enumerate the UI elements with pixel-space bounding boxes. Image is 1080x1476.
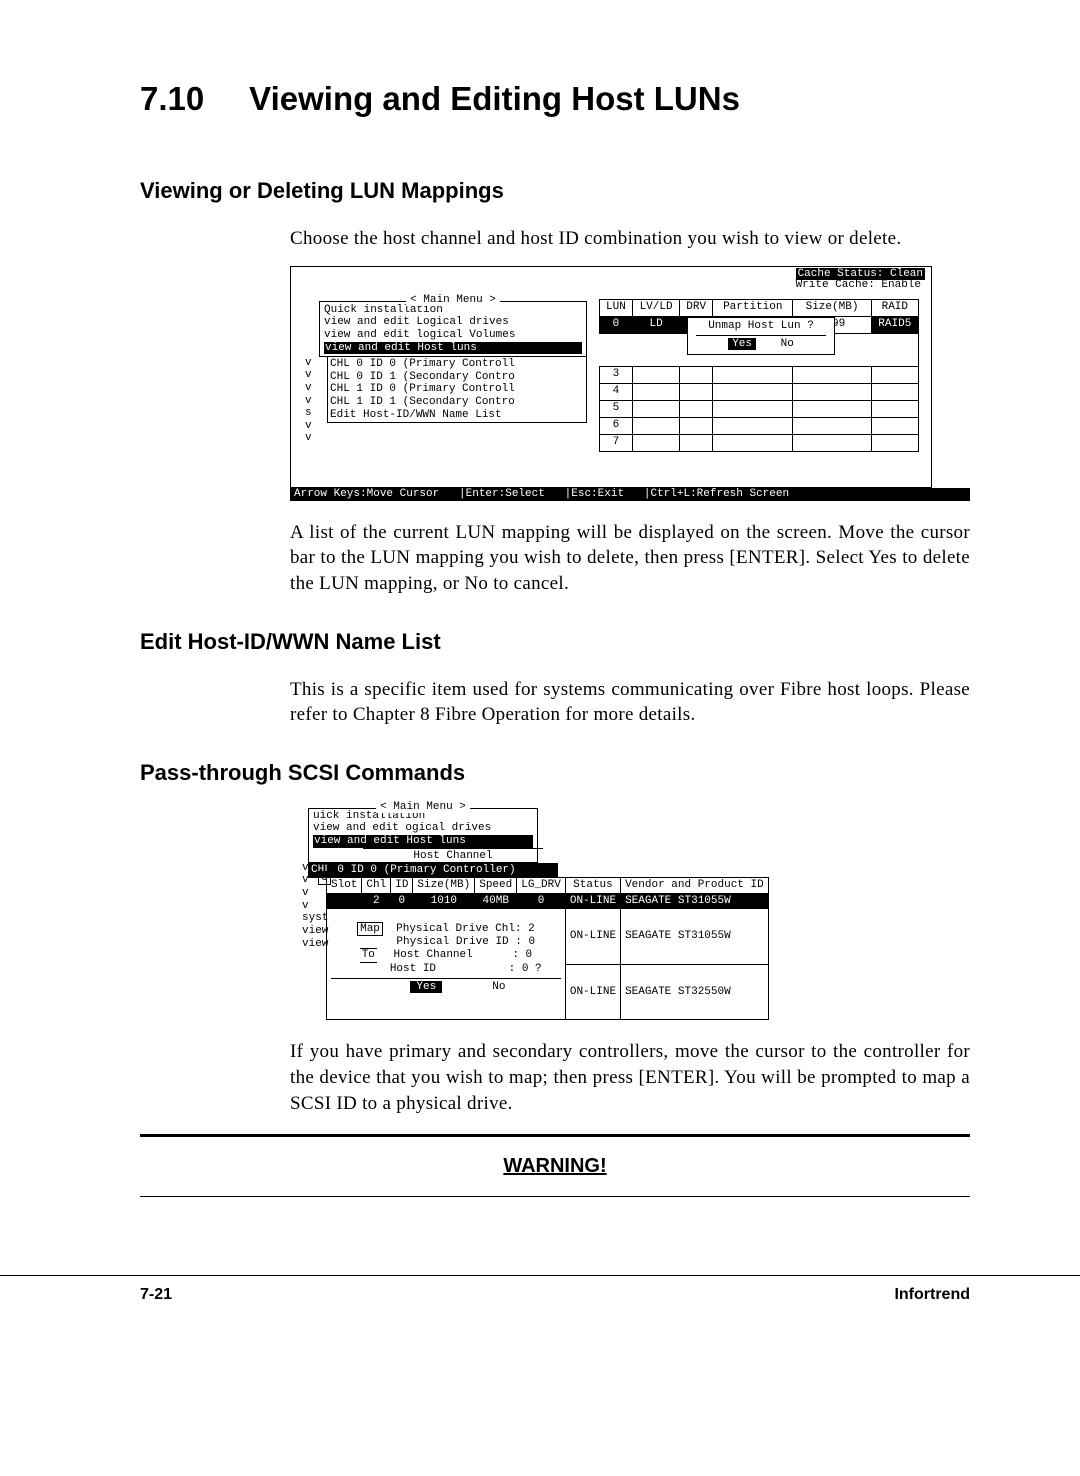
slot-th: Vendor and Product ID (621, 878, 769, 894)
menu-item[interactable]: view and edit ogical drives (313, 822, 533, 835)
menu-item[interactable]: view and edit Logical drives (324, 316, 582, 329)
submenu-item-selected[interactable]: CHL 0 ID 0 (Primary Controll (330, 358, 584, 371)
status-bar: Arrow Keys:Move Cursor |Enter:Select |Es… (290, 488, 970, 501)
warning-heading: WARNING! (140, 1155, 970, 1178)
yes-button[interactable]: Yes (728, 338, 756, 350)
menu-item[interactable]: view and edit logical Volumes (324, 329, 582, 342)
host-channel-row[interactable]: CHL 0 ID 0 (Primary Controller) (308, 863, 558, 878)
lun-th: LUN (600, 299, 633, 316)
divider (140, 1134, 970, 1137)
lun-th: DRV (680, 299, 713, 316)
slot-th: Speed (475, 878, 517, 894)
lun-th: Partition (713, 299, 793, 316)
gutter-letters: v v v v s v v (305, 357, 312, 445)
subheading-viewing: Viewing or Deleting LUN Mappings (140, 178, 970, 204)
divider (140, 1196, 970, 1197)
lun-th: LV/LD (632, 299, 679, 316)
dialog-title: Unmap Host Lun ? (696, 320, 826, 337)
slot-th: Size(MB) (413, 878, 475, 894)
main-menu-label: < Main Menu > (406, 294, 500, 307)
no-button[interactable]: No (492, 981, 505, 993)
host-channel-label: Host Channel (363, 848, 543, 863)
menu-item-selected[interactable]: view and edit Host luns (324, 342, 582, 355)
submenu-item[interactable]: CHL 1 ID 1 (Secondary Contro (330, 396, 584, 409)
submenu-box: CHL 0 ID 0 (Primary Controll CHL 0 ID 1 … (327, 356, 587, 423)
lun-th: Size(MB) (793, 299, 871, 316)
slot-th: LG_DRV (517, 878, 566, 894)
main-menu-label: < Main Menu > (376, 801, 470, 814)
slot-th: Chl (362, 878, 391, 894)
page-number: 7-21 (140, 1286, 172, 1304)
subheading-edit: Edit Host-ID/WWN Name List (140, 629, 970, 655)
subheading-passthrough: Pass-through SCSI Commands (140, 760, 970, 786)
map-dialog: Map Physical Drive Chl: 2 Physical Drive… (327, 909, 565, 1019)
cache-status: Cache Status: Clean Write Cache: Enable (796, 269, 925, 291)
lun-row[interactable]: 5 (600, 400, 919, 417)
unmap-dialog: Unmap Host Lun ? Yes No (687, 317, 835, 356)
submenu-item[interactable]: Edit Host-ID/WWN Name List (330, 409, 584, 422)
submenu-item[interactable]: CHL 0 ID 1 (Secondary Contro (330, 371, 584, 384)
slot-th: Status (565, 878, 620, 894)
slot-row: Map Physical Drive Chl: 2 Physical Drive… (327, 909, 769, 965)
slot-row-selected[interactable]: 2 0 1010 40MB 0 ON-LINE SEAGATE ST31055W (327, 893, 769, 909)
brand-name: Infortrend (894, 1286, 970, 1304)
paragraph: A list of the current LUN mapping will b… (290, 520, 970, 597)
c-label: C (318, 871, 331, 886)
paragraph: Choose the host channel and host ID comb… (290, 226, 970, 252)
main-menu-box: < Main Menu > Quick installation view an… (319, 301, 587, 358)
slot-th: ID (391, 878, 413, 894)
lun-row[interactable]: 6 (600, 417, 919, 434)
section-number: 7.10 (140, 80, 240, 118)
slot-th: Slot (327, 878, 362, 894)
section-title: Viewing and Editing Host LUNs (249, 80, 740, 117)
lun-row[interactable]: 3 (600, 366, 919, 383)
lun-row[interactable]: 4 (600, 383, 919, 400)
no-button[interactable]: No (781, 338, 794, 350)
terminal-screenshot-1: Cache Status: Clean Write Cache: Enable … (290, 266, 970, 501)
page-heading: 7.10 Viewing and Editing Host LUNs (140, 80, 970, 118)
menu-item-selected[interactable]: view and edit Host luns (313, 835, 533, 848)
yes-button[interactable]: Yes (410, 981, 442, 993)
main-menu-box: < Main Menu > uick installation view and… (308, 808, 538, 864)
submenu-item[interactable]: CHL 1 ID 0 (Primary Controll (330, 383, 584, 396)
paragraph: If you have primary and secondary contro… (290, 1039, 970, 1116)
lun-row[interactable]: 7 (600, 434, 919, 451)
terminal-screenshot-2: v v v v syst view view < Main Menu > uic… (290, 808, 970, 1021)
map-label: Map (357, 922, 383, 936)
lun-th: RAID (871, 299, 918, 316)
to-label: To (360, 948, 377, 963)
slot-table: Slot Chl ID Size(MB) Speed LG_DRV Status… (326, 877, 769, 1020)
paragraph: This is a specific item used for systems… (290, 677, 970, 728)
page-footer: 7-21 Infortrend (0, 1275, 1080, 1344)
